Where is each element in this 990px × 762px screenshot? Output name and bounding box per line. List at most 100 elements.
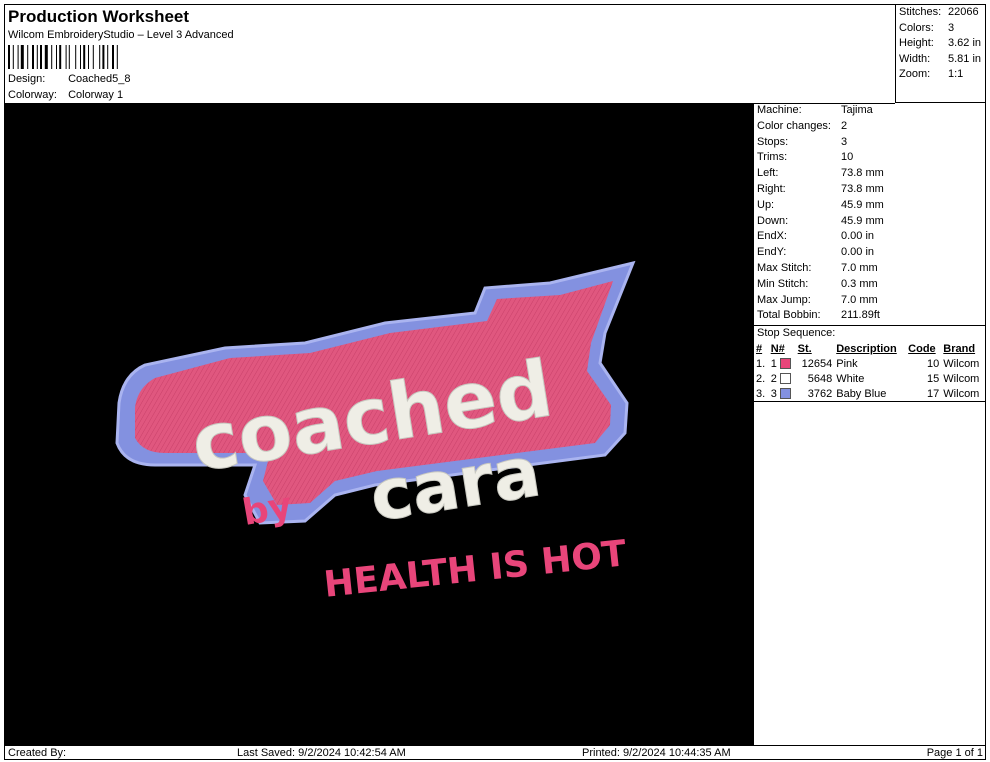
stop-table-header-row: # N# St. Description Code Brand bbox=[754, 341, 986, 356]
stop-code: 15 bbox=[927, 372, 940, 385]
col-header-brand: Brand bbox=[943, 342, 976, 355]
worksheet-header: Production Worksheet Wilcom EmbroiderySt… bbox=[5, 5, 895, 104]
stat-row: Zoom: 1:1 bbox=[896, 67, 986, 83]
col-header-code: Code bbox=[908, 342, 936, 355]
printed-text: Printed: 9/2/2024 10:44:35 AM bbox=[582, 747, 731, 759]
stat-value: 3.62 in bbox=[948, 37, 982, 50]
stop-stitches: 3762 bbox=[807, 387, 833, 400]
spec-value: 10 bbox=[841, 151, 854, 164]
stop-brand: Wilcom bbox=[943, 387, 980, 400]
spec-row: Color changes: 2 bbox=[754, 119, 986, 135]
spec-label: EndY: bbox=[757, 246, 787, 259]
spec-value: 45.9 mm bbox=[841, 198, 884, 211]
spec-row: Up: 45.9 mm bbox=[754, 198, 986, 214]
spec-value: 0.00 in bbox=[841, 246, 875, 259]
stop-num: 3. bbox=[756, 387, 766, 400]
stop-stitches: 12654 bbox=[801, 357, 833, 370]
stat-label: Width: bbox=[899, 52, 931, 65]
stop-row: 2. 2 5648 White 15 Wilcom bbox=[754, 371, 986, 386]
stat-value: 3 bbox=[948, 21, 955, 34]
spec-value: 45.9 mm bbox=[841, 214, 884, 227]
created-by-label: Created By: bbox=[8, 747, 67, 759]
spec-value: 7.0 mm bbox=[841, 293, 878, 306]
spec-label: Down: bbox=[757, 214, 789, 227]
stop-row: 1. 1 12654 Pink 10 Wilcom bbox=[754, 356, 986, 371]
spec-row: Stops: 3 bbox=[754, 135, 986, 151]
spec-row: Max Stitch: 7.0 mm bbox=[754, 261, 986, 277]
page-number: Page 1 of 1 bbox=[926, 747, 983, 759]
spec-label: Max Stitch: bbox=[757, 261, 812, 274]
stop-brand: Wilcom bbox=[943, 357, 980, 370]
spec-label: Max Jump: bbox=[757, 293, 811, 306]
stop-description: Pink bbox=[836, 357, 858, 370]
stop-num: 1. bbox=[756, 357, 766, 370]
worksheet-frame: Production Worksheet Wilcom EmbroiderySt… bbox=[4, 4, 986, 760]
stat-label: Colors: bbox=[899, 21, 934, 34]
spec-label: Min Stitch: bbox=[757, 277, 809, 290]
stat-row: Stitches: 22066 bbox=[896, 5, 986, 21]
spec-row: EndY: 0.00 in bbox=[754, 245, 986, 261]
stat-label: Height: bbox=[899, 37, 934, 50]
stop-code: 10 bbox=[927, 357, 940, 370]
colorway-value: Colorway 1 bbox=[68, 89, 124, 101]
stop-sequence-table: # N# St. Description Code Brand 1. 1 1265… bbox=[754, 341, 986, 403]
stat-label: Stitches: bbox=[899, 6, 942, 18]
colorway-row: Colorway: Colorway 1 bbox=[8, 89, 123, 101]
color-swatch bbox=[779, 358, 791, 370]
col-header-needle: N# bbox=[770, 342, 785, 355]
stop-brand: Wilcom bbox=[943, 372, 980, 385]
specs-panel: Machine: Tajima Color changes: 2 Stops: 3 Trim… bbox=[753, 103, 986, 745]
software-subtitle: Wilcom EmbroideryStudio – Level 3 Advanc… bbox=[8, 29, 234, 41]
barcode-image bbox=[8, 45, 118, 69]
color-swatch bbox=[779, 373, 791, 385]
spec-label: Right: bbox=[757, 182, 786, 195]
design-tagline: HEALTH IS HOT bbox=[322, 533, 629, 606]
design-text-by: by bbox=[239, 485, 295, 534]
design-preview-canvas: coached cara by HEALTH IS HOT bbox=[5, 103, 753, 745]
spec-label: Machine: bbox=[757, 104, 802, 116]
spec-value: 211.89ft bbox=[841, 309, 880, 322]
spec-label: Stops: bbox=[757, 135, 789, 148]
spec-row: Down: 45.9 mm bbox=[754, 214, 986, 230]
stop-sequence-title: Stop Sequence: bbox=[754, 325, 986, 341]
spec-label: Total Bobbin: bbox=[757, 309, 821, 322]
spec-value: 2 bbox=[841, 119, 848, 132]
stat-value: 5.81 in bbox=[948, 52, 982, 65]
color-swatch bbox=[779, 388, 791, 400]
spec-row: Right: 73.8 mm bbox=[754, 182, 986, 198]
design-label: Design: bbox=[8, 73, 46, 85]
spec-label: Color changes: bbox=[757, 119, 831, 132]
design-value: Coached5_8 bbox=[68, 73, 131, 85]
spec-label: Up: bbox=[757, 198, 775, 211]
spec-row: Trims: 10 bbox=[754, 150, 986, 166]
stat-row: Height: 3.62 in bbox=[896, 36, 986, 52]
col-header-num: # bbox=[756, 342, 763, 355]
spec-row: Min Stitch: 0.3 mm bbox=[754, 277, 986, 293]
last-saved-text: Last Saved: 9/2/2024 10:42:54 AM bbox=[237, 747, 406, 759]
spec-value: 3 bbox=[841, 135, 848, 148]
machine-spec-list: Machine: Tajima Color changes: 2 Stops: 3 Trim… bbox=[754, 103, 986, 324]
design-row: Design: Coached5_8 bbox=[8, 73, 130, 85]
stop-row: 3. 3 3762 Baby Blue 17 Wilcom bbox=[754, 386, 986, 402]
col-header-stitches: St. bbox=[797, 342, 812, 355]
spec-label: Left: bbox=[757, 167, 779, 180]
spec-row: Total Bobbin: 211.89ft bbox=[754, 308, 986, 324]
spec-label: Trims: bbox=[757, 151, 788, 164]
stats-panel: Stitches: 22066 Colors: 3 Height: 3.62 in W… bbox=[895, 5, 986, 103]
page-title: Production Worksheet bbox=[8, 7, 190, 26]
stop-code: 17 bbox=[927, 387, 940, 400]
spec-row: EndX: 0.00 in bbox=[754, 229, 986, 245]
spec-value: 73.8 mm bbox=[841, 182, 884, 195]
spec-row: Machine: Tajima bbox=[754, 103, 986, 119]
spec-value: 0.3 mm bbox=[841, 277, 878, 290]
worksheet-footer: Created By: Last Saved: 9/2/2024 10:42:5… bbox=[5, 745, 986, 761]
spec-row: Left: 73.8 mm bbox=[754, 166, 986, 182]
stop-needle: 3 bbox=[769, 386, 796, 402]
stat-value: 1:1 bbox=[948, 68, 964, 81]
stat-value: 22066 bbox=[948, 6, 979, 18]
embroidery-design-image: coached cara by HEALTH IS HOT bbox=[115, 260, 636, 606]
spec-value: 0.00 in bbox=[841, 230, 875, 243]
spec-value: Tajima bbox=[841, 104, 873, 116]
spec-value: 7.0 mm bbox=[841, 261, 878, 274]
spec-row: Max Jump: 7.0 mm bbox=[754, 293, 986, 309]
